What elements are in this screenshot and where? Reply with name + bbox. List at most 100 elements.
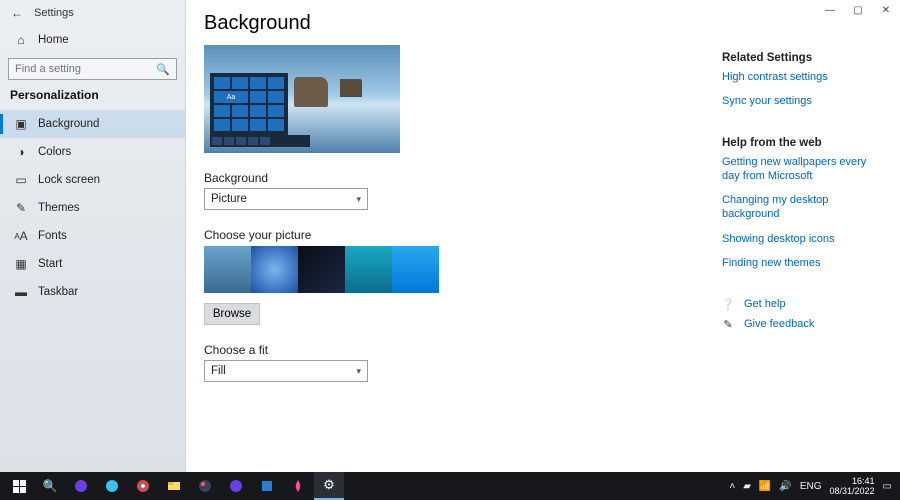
- background-select[interactable]: Picture ▾: [204, 188, 368, 210]
- window-controls: — ▢ ✕: [816, 0, 900, 20]
- taskbar-app-explorer[interactable]: [159, 472, 189, 500]
- sidebar-item-label: Taskbar: [38, 286, 78, 298]
- taskbar-app[interactable]: [190, 472, 220, 500]
- sidebar-item-background[interactable]: ▣ Background: [0, 110, 185, 138]
- sidebar-item-label: Lock screen: [38, 174, 100, 186]
- maximize-button[interactable]: ▢: [844, 0, 872, 20]
- picture-thumb[interactable]: [392, 246, 439, 293]
- main-content: Background Aa Background Picture ▾ Choos…: [204, 12, 722, 472]
- picture-thumb[interactable]: [204, 246, 251, 293]
- minimize-button[interactable]: —: [816, 0, 844, 20]
- tray-volume-icon[interactable]: 🔊: [779, 481, 791, 492]
- feedback-icon: ✎: [722, 318, 734, 330]
- link-help[interactable]: Getting new wallpapers every day from Mi…: [722, 155, 874, 184]
- get-help-label: Get help: [744, 298, 786, 310]
- back-button[interactable]: ←: [6, 2, 28, 24]
- page-title: Background: [204, 12, 722, 35]
- browse-label: Browse: [213, 308, 251, 320]
- gear-icon: ⚙: [323, 477, 335, 493]
- search-wrap: 🔍: [8, 58, 177, 80]
- picture-thumb[interactable]: [345, 246, 392, 293]
- sidebar-item-start[interactable]: ▦ Start: [0, 250, 185, 278]
- fonts-icon: AA: [12, 227, 30, 245]
- help-icon: ❔: [722, 298, 734, 310]
- settings-window: — ▢ ✕ ← Settings ⌂ Home 🔍 Personalizatio…: [0, 0, 900, 472]
- settings-topbar: ← Settings: [0, 0, 185, 26]
- content: Background Aa Background Picture ▾ Choos…: [186, 0, 900, 472]
- chevron-down-icon: ▾: [356, 366, 361, 377]
- home-label: Home: [38, 34, 69, 46]
- search-input[interactable]: 🔍: [8, 58, 177, 80]
- windows-icon: [13, 480, 26, 493]
- taskbar: 🔍 ⚙ ˄ ▰ 📶 🔊 ENG 16:41 08/31/2022 ▭: [0, 472, 900, 500]
- lock-icon: ▭: [12, 171, 30, 189]
- desktop-preview: Aa: [204, 45, 400, 153]
- fit-select[interactable]: Fill ▾: [204, 360, 368, 382]
- search-icon: 🔍: [156, 63, 170, 76]
- taskbar-app[interactable]: [252, 472, 282, 500]
- right-column: Related Settings High contrast settings …: [722, 12, 882, 472]
- tray-battery-icon[interactable]: ▰: [743, 481, 751, 492]
- taskbar-app[interactable]: [283, 472, 313, 500]
- picture-thumb[interactable]: [298, 246, 345, 293]
- search-field[interactable]: [15, 63, 155, 75]
- image-icon: ▣: [12, 115, 30, 133]
- taskbar-left: 🔍 ⚙: [4, 472, 344, 500]
- choose-fit-label: Choose a fit: [204, 343, 722, 357]
- sidebar-item-fonts[interactable]: AA Fonts: [0, 222, 185, 250]
- taskbar-app[interactable]: [66, 472, 96, 500]
- taskbar-app-chrome[interactable]: [128, 472, 158, 500]
- link-help[interactable]: Finding new themes: [722, 256, 874, 270]
- tray-language[interactable]: ENG: [800, 481, 822, 492]
- browse-button[interactable]: Browse: [204, 303, 260, 325]
- taskbar-app-edge[interactable]: [97, 472, 127, 500]
- clock-time: 16:41: [830, 476, 875, 486]
- home-icon: ⌂: [12, 31, 30, 49]
- home-nav[interactable]: ⌂ Home: [0, 26, 185, 54]
- link-help[interactable]: Showing desktop icons: [722, 232, 874, 246]
- background-value: Picture: [211, 193, 247, 205]
- sidebar-item-label: Background: [38, 118, 99, 130]
- nav-section: ▣ Background ◑ Colors ▭ Lock screen ✎ Th…: [0, 108, 185, 308]
- help-title: Help from the web: [722, 137, 874, 149]
- clock-date: 08/31/2022: [830, 486, 875, 496]
- fit-value: Fill: [211, 365, 226, 377]
- link-sync-settings[interactable]: Sync your settings: [722, 94, 874, 108]
- sidebar-item-themes[interactable]: ✎ Themes: [0, 194, 185, 222]
- taskbar-icon: ▬: [12, 283, 30, 301]
- give-feedback-link[interactable]: ✎ Give feedback: [722, 318, 874, 330]
- start-button[interactable]: [4, 472, 34, 500]
- app-title: Settings: [34, 7, 74, 19]
- sidebar: ← Settings ⌂ Home 🔍 Personalization ▣ Ba…: [0, 0, 186, 472]
- related-settings-title: Related Settings: [722, 52, 874, 64]
- themes-icon: ✎: [12, 199, 30, 217]
- taskbar-app[interactable]: [221, 472, 251, 500]
- tray-notifications-icon[interactable]: ▭: [883, 481, 892, 492]
- picture-thumbnails: [204, 246, 722, 293]
- tray-chevron-up-icon[interactable]: ˄: [729, 481, 735, 492]
- chevron-down-icon: ▾: [356, 194, 361, 205]
- link-help[interactable]: Changing my desktop background: [722, 193, 874, 222]
- sidebar-item-label: Themes: [38, 202, 80, 214]
- sidebar-item-label: Start: [38, 258, 62, 270]
- taskbar-app-settings[interactable]: ⚙: [314, 472, 344, 500]
- picture-thumb[interactable]: [251, 246, 298, 293]
- close-button[interactable]: ✕: [872, 0, 900, 20]
- taskbar-search-button[interactable]: 🔍: [35, 472, 65, 500]
- tray-wifi-icon[interactable]: 📶: [759, 481, 771, 492]
- background-label: Background: [204, 171, 722, 185]
- start-icon: ▦: [12, 255, 30, 273]
- palette-icon: ◑: [12, 143, 30, 161]
- taskbar-clock[interactable]: 16:41 08/31/2022: [830, 476, 875, 496]
- sidebar-item-colors[interactable]: ◑ Colors: [0, 138, 185, 166]
- sidebar-item-lockscreen[interactable]: ▭ Lock screen: [0, 166, 185, 194]
- link-high-contrast[interactable]: High contrast settings: [722, 70, 874, 84]
- sidebar-item-taskbar[interactable]: ▬ Taskbar: [0, 278, 185, 306]
- give-feedback-label: Give feedback: [744, 318, 814, 330]
- sidebar-item-label: Fonts: [38, 230, 67, 242]
- taskbar-right: ˄ ▰ 📶 🔊 ENG 16:41 08/31/2022 ▭: [729, 476, 896, 496]
- get-help-link[interactable]: ❔ Get help: [722, 298, 874, 310]
- sidebar-section-title: Personalization: [0, 88, 185, 108]
- sidebar-item-label: Colors: [38, 146, 71, 158]
- choose-picture-label: Choose your picture: [204, 228, 722, 242]
